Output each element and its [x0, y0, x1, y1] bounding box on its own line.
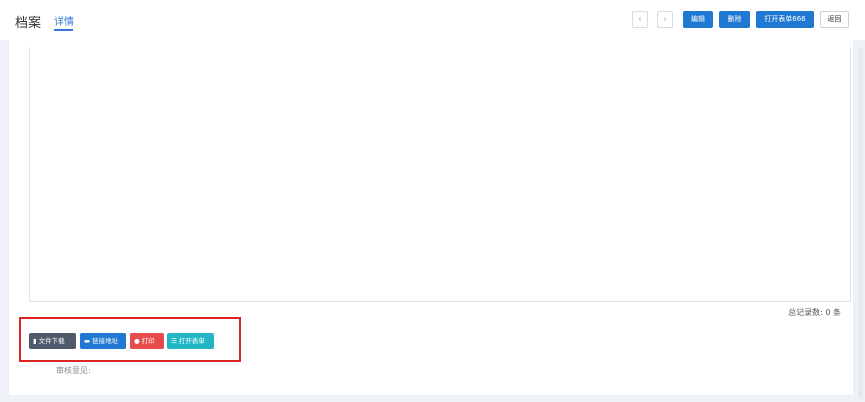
file-icon: ▮ — [33, 337, 37, 345]
edit-button[interactable]: 编辑 — [683, 11, 713, 28]
tab-details[interactable]: 详情 — [54, 13, 74, 28]
print-button[interactable]: ● 打印 — [130, 333, 164, 349]
delete-button[interactable]: 删除 — [719, 11, 750, 28]
file-download-button[interactable]: ▮ 文件下载 — [29, 333, 76, 349]
chevron-right-icon: › — [663, 14, 667, 25]
print-label: 打印 — [141, 337, 155, 345]
open-form-button[interactable]: ☰ 打开表单 — [167, 333, 214, 349]
vertical-scrollbar[interactable] — [858, 48, 863, 398]
file-download-label: 文件下载 — [38, 337, 65, 345]
open-form-label: 打开表单 — [178, 337, 205, 345]
link-address-label: 链接地址 — [92, 337, 119, 345]
link-address-button[interactable]: ▬ 链接地址 — [80, 333, 126, 349]
open-form-666-button[interactable]: 打开表单666 — [756, 11, 814, 28]
tab-active-indicator — [54, 29, 73, 31]
chevron-left-icon: ‹ — [638, 14, 642, 25]
list-icon: ☰ — [171, 337, 177, 345]
print-icon: ● — [134, 337, 140, 345]
total-records: 总记录数: 0 条 — [788, 308, 841, 317]
prev-button[interactable]: ‹ — [632, 11, 648, 28]
page-title: 档案 — [15, 16, 42, 31]
next-button[interactable]: › — [657, 11, 673, 28]
envelope-icon: ▬ — [84, 337, 91, 345]
top-bar: 档案 详情 ‹ › 编辑 删除 打开表单666 返回 — [0, 0, 865, 40]
records-panel — [29, 47, 851, 302]
content-card: 总记录数: 0 条 ▮ 文件下载 ▬ 链接地址 ● 打印 ☰ 打开表单 审核意见: — [9, 40, 853, 395]
review-comment-label: 审核意见: — [56, 366, 91, 375]
back-button[interactable]: 返回 — [820, 11, 849, 28]
